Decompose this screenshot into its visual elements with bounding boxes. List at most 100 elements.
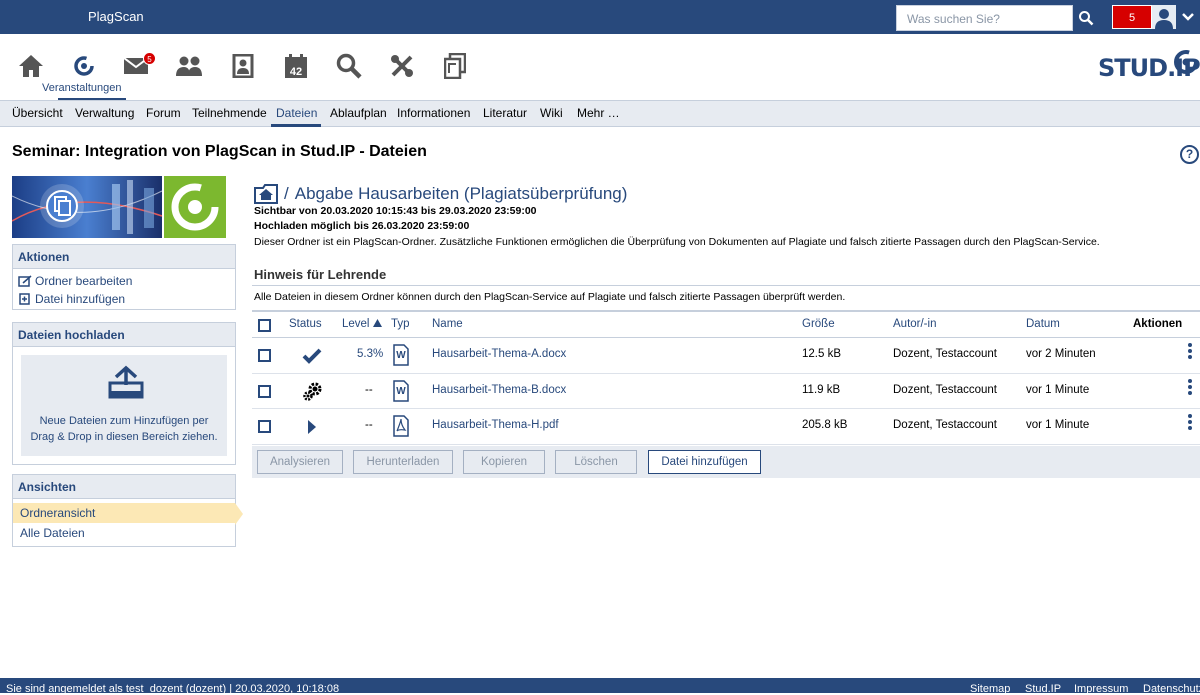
- tab-dateien[interactable]: Dateien: [276, 106, 317, 120]
- calendar-icon[interactable]: 42: [282, 52, 310, 80]
- search-input[interactable]: Was suchen Sie?: [896, 5, 1073, 31]
- edit-folder-action[interactable]: Ordner bearbeiten: [13, 269, 235, 290]
- table-row[interactable]: 5.3% W Hausarbeit-Thema-A.docx 12.5 kB D…: [252, 338, 1200, 374]
- help-icon[interactable]: ?: [1180, 145, 1199, 164]
- top-bar: PlagScan Was suchen Sie? 5: [0, 0, 1200, 34]
- tab-literatur[interactable]: Literatur: [483, 106, 527, 120]
- col-level-label: Level: [342, 318, 370, 330]
- tab-wiki[interactable]: Wiki: [540, 106, 563, 120]
- tab-mehr[interactable]: Mehr …: [577, 106, 620, 120]
- file-author: Dozent, Testaccount: [893, 348, 997, 360]
- view-all-files[interactable]: Alle Dateien: [13, 523, 235, 543]
- user-icon: [1155, 9, 1173, 29]
- tools-icon[interactable]: [388, 52, 416, 80]
- row-actions-menu[interactable]: [1188, 414, 1192, 432]
- upload-widget-title: Dateien hochladen: [13, 323, 235, 347]
- upload-dropzone[interactable]: Neue Dateien zum Hinzufügen per Drag & D…: [21, 355, 227, 456]
- col-name[interactable]: Name: [432, 318, 463, 330]
- col-level[interactable]: Level: [342, 318, 382, 330]
- file-name-link[interactable]: Hausarbeit-Thema-A.docx: [432, 348, 566, 360]
- edit-folder-label: Ordner bearbeiten: [35, 274, 133, 288]
- courses-icon[interactable]: [70, 52, 98, 80]
- actions-widget: Aktionen Ordner bearbeiten Datei hinzufü…: [12, 244, 236, 310]
- upload-icon: [108, 365, 144, 399]
- row-actions-menu[interactable]: [1188, 343, 1192, 361]
- app-title: PlagScan: [88, 9, 144, 24]
- word-document-icon: W: [393, 344, 409, 366]
- row-level: --: [365, 419, 373, 431]
- tab-informationen[interactable]: Informationen: [397, 106, 470, 120]
- search-button[interactable]: [1073, 5, 1099, 31]
- login-info: Sie sind angemeldet als test_dozent (doz…: [6, 683, 340, 695]
- views-widget-title: Ansichten: [13, 475, 235, 499]
- main-navigation: Veranstaltungen 5 42 STUD.IP: [0, 34, 1200, 100]
- tab-forum[interactable]: Forum: [146, 106, 181, 120]
- table-row[interactable]: -- W Hausarbeit-Thema-B.docx 11.9 kB Doz…: [252, 374, 1200, 409]
- add-file-action[interactable]: Datei hinzufügen: [13, 290, 235, 308]
- course-banner: [12, 176, 236, 238]
- search-nav-icon[interactable]: [335, 52, 363, 80]
- page-title: Seminar: Integration von PlagScan in Stu…: [12, 143, 427, 160]
- notification-count[interactable]: 5: [1112, 5, 1152, 29]
- col-type[interactable]: Typ: [391, 318, 410, 330]
- download-button[interactable]: Herunterladen: [353, 450, 453, 474]
- gears-icon: [303, 382, 322, 401]
- tab-verwaltung[interactable]: Verwaltung: [75, 106, 134, 120]
- analyze-button[interactable]: Analysieren: [257, 450, 343, 474]
- file-name-link[interactable]: Hausarbeit-Thema-H.pdf: [432, 419, 559, 431]
- col-size[interactable]: Größe: [802, 318, 835, 330]
- svg-text:W: W: [396, 350, 406, 361]
- col-status[interactable]: Status: [289, 318, 322, 330]
- selected-view-arrow: [235, 503, 243, 525]
- row-checkbox[interactable]: [258, 349, 271, 362]
- home-icon[interactable]: [17, 52, 45, 80]
- col-author[interactable]: Autor/-in: [893, 318, 936, 330]
- nav-label-veranstaltungen[interactable]: Veranstaltungen: [42, 82, 122, 94]
- chevron-down-icon[interactable]: [1181, 10, 1195, 24]
- add-file-button[interactable]: Datei hinzufügen: [648, 450, 761, 474]
- view-all-files-label: Alle Dateien: [20, 526, 85, 540]
- folder-description: Dieser Ordner ist ein PlagScan-Ordner. Z…: [254, 236, 1100, 248]
- plagscan-icon[interactable]: [441, 52, 469, 80]
- row-level: --: [365, 383, 373, 396]
- row-checkbox[interactable]: [258, 384, 271, 398]
- folder-visibility: Sichtbar von 20.03.2020 10:15:43 bis 29.…: [254, 205, 537, 217]
- file-size: 205.8 kB: [802, 419, 848, 431]
- file-author: Dozent, Testaccount: [893, 419, 997, 431]
- view-folder[interactable]: Ordneransicht: [13, 503, 235, 523]
- file-size: 11.9 kB: [802, 383, 841, 396]
- copy-button[interactable]: Kopieren: [463, 450, 545, 474]
- divider: [252, 285, 1200, 286]
- add-file-label: Datei hinzufügen: [35, 292, 126, 306]
- avatar[interactable]: [1152, 5, 1176, 29]
- calendar-day: 42: [290, 66, 302, 78]
- file-author: Dozent, Testaccount: [893, 383, 997, 396]
- footer-link-sitemap[interactable]: Sitemap: [970, 683, 1010, 695]
- file-table: Status Level Typ Name Größe Autor/-in Da…: [252, 310, 1200, 445]
- breadcrumb-separator: /: [284, 184, 289, 203]
- footer-link-impressum[interactable]: Impressum: [1074, 683, 1128, 695]
- play-icon[interactable]: [307, 419, 317, 435]
- col-date[interactable]: Datum: [1026, 318, 1060, 330]
- delete-button[interactable]: Löschen: [555, 450, 637, 474]
- community-icon[interactable]: [175, 52, 203, 80]
- tab-teilnehmende[interactable]: Teilnehmende: [192, 106, 267, 120]
- tab-uebersicht[interactable]: Übersicht: [12, 106, 63, 120]
- profile-icon[interactable]: [229, 52, 257, 80]
- edit-folder-icon: [18, 275, 32, 287]
- row-checkbox[interactable]: [258, 420, 271, 433]
- teacher-hint-title: Hinweis für Lehrende: [254, 267, 387, 282]
- file-name-link[interactable]: Hausarbeit-Thema-B.docx: [432, 384, 566, 396]
- views-widget: Ansichten Ordneransicht Alle Dateien: [12, 474, 236, 547]
- footer-link-datenschutz[interactable]: Datenschutz: [1143, 683, 1200, 695]
- tab-ablaufplan[interactable]: Ablaufplan: [330, 106, 387, 120]
- upload-widget: Dateien hochladen Neue Dateien zum Hinzu…: [12, 322, 236, 465]
- footer-link-studip[interactable]: Stud.IP: [1025, 683, 1061, 695]
- folder-home-icon[interactable]: [254, 184, 278, 204]
- table-header: Status Level Typ Name Größe Autor/-in Da…: [252, 310, 1200, 338]
- table-row[interactable]: -- Hausarbeit-Thema-H.pdf 205.8 kB Dozen…: [252, 409, 1200, 445]
- word-document-icon: W: [393, 379, 409, 402]
- row-actions-menu[interactable]: [1188, 378, 1192, 397]
- select-all-checkbox[interactable]: [258, 319, 271, 332]
- search-icon: [1079, 11, 1094, 26]
